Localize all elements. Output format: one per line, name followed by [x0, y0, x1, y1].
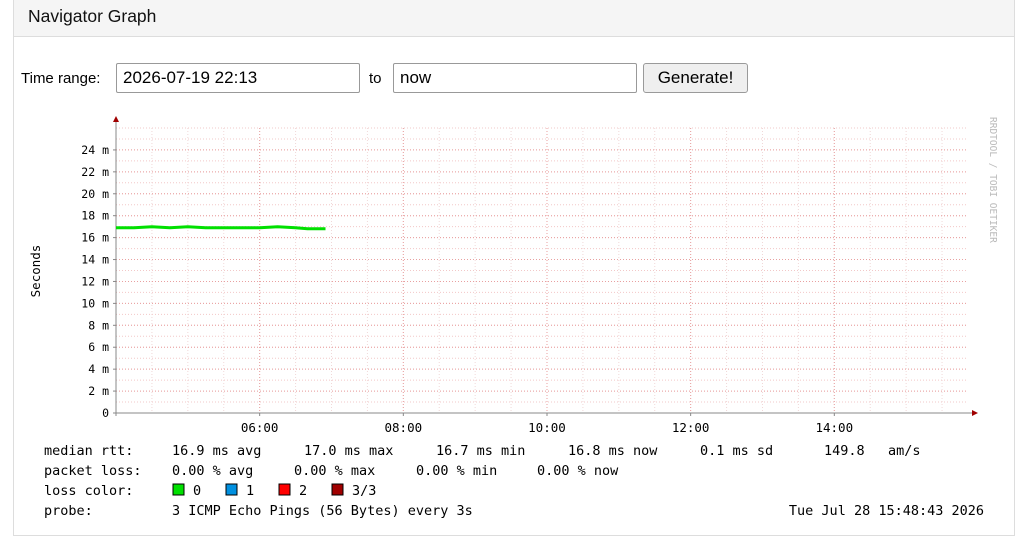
- loss-color-swatch: [331, 483, 344, 496]
- series-line-median-rtt: [116, 225, 326, 231]
- loss-color-value: 3/3: [352, 483, 376, 499]
- median-rtt-ams-unit: am/s: [888, 443, 921, 459]
- median-rtt-min: 16.7 ms min: [436, 443, 525, 459]
- y-tick-label: 8 m: [88, 318, 109, 332]
- loss-color-swatch: [278, 483, 291, 496]
- y-tick-label: 12 m: [81, 274, 109, 288]
- y-tick-label: 4 m: [88, 362, 109, 376]
- median-rtt-ams: 149.8: [824, 443, 865, 459]
- packet-loss-label: packet loss:: [44, 463, 142, 479]
- y-tick-label: 20 m: [81, 187, 109, 201]
- y-tick-label: 22 m: [81, 165, 109, 179]
- packet-loss-max: 0.00 % max: [294, 463, 375, 479]
- rrd-graph: 0 2 m 4 m 6 m 8 m 10 m 12 m 14 m 16 m 18 m 20 m 22 …: [28, 116, 998, 519]
- y-axis-label: Seconds: [28, 245, 43, 298]
- packet-loss-min: 0.00 % min: [416, 463, 497, 479]
- probe-label: probe:: [44, 503, 93, 519]
- y-tick-label: 16 m: [81, 231, 109, 245]
- median-rtt-max: 17.0 ms max: [304, 443, 393, 459]
- median-rtt-label: median rtt:: [44, 443, 133, 459]
- x-axis-arrow: [972, 410, 978, 416]
- loss-color-swatch: [172, 483, 185, 496]
- y-axis-arrow: [113, 116, 119, 122]
- median-rtt-now: 16.8 ms now: [568, 443, 658, 459]
- loss-color-value: 1: [246, 483, 254, 499]
- x-tick-label: 10:00: [528, 420, 566, 435]
- loss-color-value: 0: [193, 483, 201, 499]
- median-rtt-avg: 16.9 ms avg: [172, 443, 261, 459]
- y-tick-label: 6 m: [88, 340, 109, 354]
- x-tick-label: 08:00: [385, 420, 423, 435]
- probe-text: 3 ICMP Echo Pings (56 Bytes) every 3s: [172, 503, 473, 519]
- rrdtool-watermark: RRDTOOL / TOBI OETIKER: [987, 117, 998, 243]
- y-tick-label: 18 m: [81, 209, 109, 223]
- loss-color-swatch: [225, 483, 238, 496]
- y-tick-label: 2 m: [88, 384, 109, 398]
- y-tick-label: 14 m: [81, 253, 109, 267]
- graph-timestamp: Tue Jul 28 15:48:43 2026: [789, 503, 984, 519]
- y-tick-label: 10 m: [81, 296, 109, 310]
- x-tick-label: 14:00: [815, 420, 853, 435]
- packet-loss-now: 0.00 % now: [537, 463, 619, 479]
- x-tick-label: 06:00: [241, 420, 279, 435]
- median-rtt-sd: 0.1 ms sd: [700, 443, 773, 459]
- loss-color-label: loss color:: [44, 483, 133, 499]
- x-tick-label: 12:00: [672, 420, 710, 435]
- packet-loss-avg: 0.00 % avg: [172, 463, 253, 479]
- loss-color-value: 2: [299, 483, 307, 499]
- y-tick-label: 24 m: [81, 143, 109, 157]
- y-tick-label: 0: [102, 406, 109, 420]
